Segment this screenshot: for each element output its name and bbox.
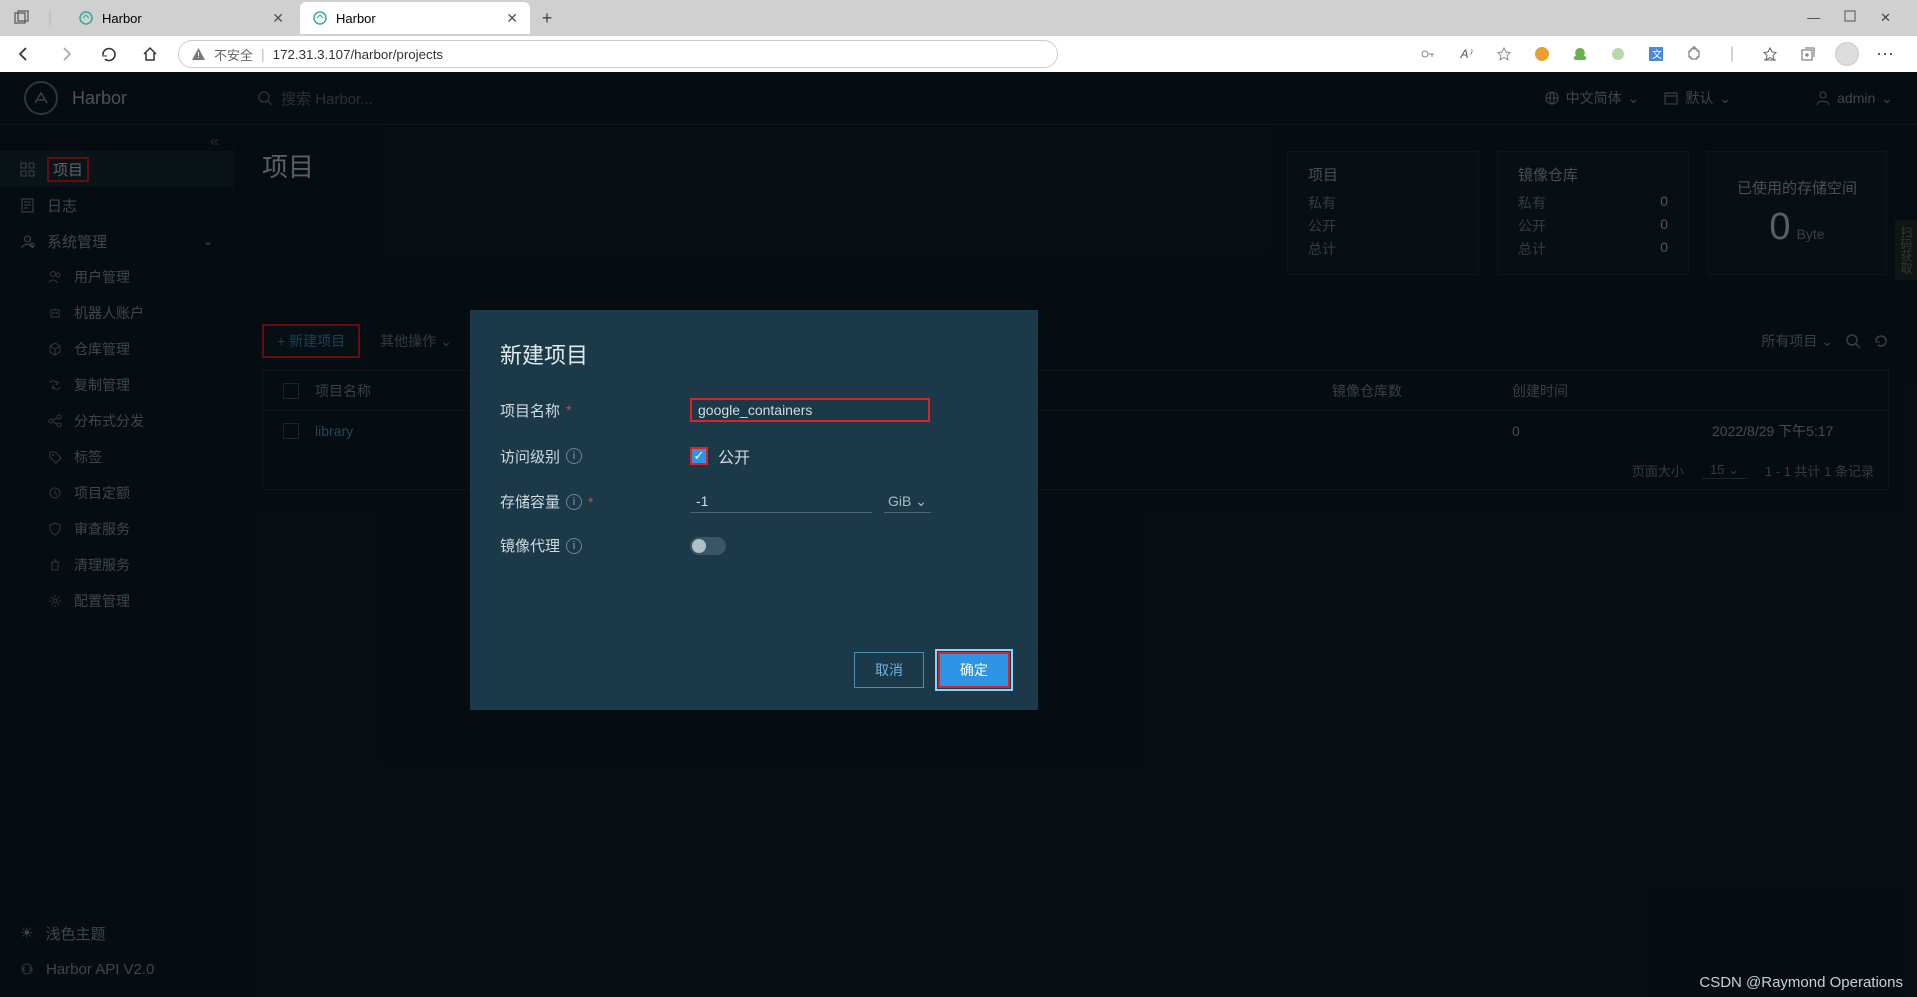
storage-unit-select[interactable]: GiB ⌄ bbox=[884, 491, 931, 513]
field-access-level: 访问级别 i ✓ 公开 bbox=[500, 444, 1008, 468]
ext-idm-icon[interactable] bbox=[1531, 43, 1553, 65]
close-icon[interactable]: ✕ bbox=[272, 10, 284, 27]
public-checkbox[interactable]: ✓ bbox=[690, 447, 708, 465]
nav-right: A⁾ 文 | ⋯ bbox=[1417, 42, 1907, 66]
url-input[interactable] bbox=[273, 47, 1045, 62]
new-project-modal: 新建项目 项目名称 * 访问级别 i ✓ 公开 存储容量 i * GiB ⌄ 镜像代理 i… bbox=[470, 310, 1038, 710]
browser-chrome: | Harbor ✕ Harbor ✕ + — ✕ 不安全 | bbox=[0, 0, 1917, 72]
divider: | bbox=[1721, 43, 1743, 65]
window-controls: — ✕ bbox=[1807, 10, 1909, 26]
favicon-icon bbox=[78, 10, 94, 26]
back-icon[interactable] bbox=[10, 40, 38, 68]
favorite-icon[interactable] bbox=[1493, 43, 1515, 65]
new-tab-button[interactable]: + bbox=[532, 3, 562, 33]
label-text: 访问级别 bbox=[500, 446, 560, 467]
nav-bar: 不安全 | A⁾ 文 | ⋯ bbox=[0, 36, 1917, 72]
profile-avatar[interactable] bbox=[1835, 42, 1859, 66]
storage-input[interactable] bbox=[690, 490, 872, 513]
key-icon[interactable] bbox=[1417, 43, 1439, 65]
modal-actions: 取消 确定 bbox=[854, 652, 1010, 688]
window-close-icon[interactable]: ✕ bbox=[1880, 10, 1891, 26]
help-icon[interactable]: i bbox=[566, 448, 582, 464]
more-icon[interactable]: ⋯ bbox=[1875, 43, 1897, 65]
harbor-app: Harbor 搜索 Harbor... 中文简体 ⌄ 默认 ⌄ admin ⌄ bbox=[0, 72, 1917, 997]
security-warning-icon bbox=[191, 47, 206, 62]
ext-green-icon[interactable] bbox=[1569, 43, 1591, 65]
security-label: 不安全 bbox=[214, 45, 253, 64]
field-storage: 存储容量 i * GiB ⌄ bbox=[500, 490, 1008, 513]
tab-label: Harbor bbox=[336, 11, 376, 26]
help-icon[interactable]: i bbox=[566, 538, 582, 554]
maximize-icon[interactable] bbox=[1844, 10, 1856, 26]
checkbox-label: 公开 bbox=[718, 444, 750, 468]
help-icon[interactable]: i bbox=[566, 494, 582, 510]
svg-text:文: 文 bbox=[1652, 48, 1662, 61]
cancel-button[interactable]: 取消 bbox=[854, 652, 924, 688]
window-menu-icon[interactable] bbox=[8, 4, 36, 32]
tab-label: Harbor bbox=[102, 11, 142, 26]
required-icon: * bbox=[566, 402, 571, 418]
tab-bar: | Harbor ✕ Harbor ✕ + — ✕ bbox=[0, 0, 1917, 36]
field-proxy: 镜像代理 i bbox=[500, 535, 1008, 556]
proxy-toggle[interactable] bbox=[690, 537, 726, 555]
home-icon[interactable] bbox=[136, 40, 164, 68]
favorites-bar-icon[interactable] bbox=[1759, 43, 1781, 65]
refresh-icon[interactable] bbox=[94, 40, 122, 68]
label-text: 镜像代理 bbox=[500, 535, 560, 556]
project-name-input[interactable] bbox=[690, 398, 930, 422]
close-icon[interactable]: ✕ bbox=[506, 10, 518, 27]
modal-title: 新建项目 bbox=[500, 338, 1008, 370]
address-bar[interactable]: 不安全 | bbox=[178, 40, 1058, 68]
tab-harbor-2[interactable]: Harbor ✕ bbox=[300, 2, 530, 34]
label-text: 项目名称 bbox=[500, 400, 560, 421]
tab-harbor-1[interactable]: Harbor ✕ bbox=[66, 2, 296, 34]
read-aloud-icon[interactable]: A⁾ bbox=[1455, 43, 1477, 65]
watermark: CSDN @Raymond Operations bbox=[1699, 974, 1903, 991]
ext-circle-icon[interactable] bbox=[1607, 43, 1629, 65]
extensions-icon[interactable] bbox=[1683, 43, 1705, 65]
field-project-name: 项目名称 * bbox=[500, 398, 1008, 422]
forward-icon bbox=[52, 40, 80, 68]
minimize-icon[interactable]: — bbox=[1807, 10, 1820, 26]
ok-button[interactable]: 确定 bbox=[938, 652, 1010, 688]
divider: | bbox=[261, 46, 265, 62]
favicon-icon bbox=[312, 10, 328, 26]
ext-translate-icon[interactable]: 文 bbox=[1645, 43, 1667, 65]
label-text: 存储容量 bbox=[500, 491, 560, 512]
required-icon: * bbox=[588, 494, 593, 510]
divider-icon: | bbox=[36, 4, 64, 32]
collections-icon[interactable] bbox=[1797, 43, 1819, 65]
